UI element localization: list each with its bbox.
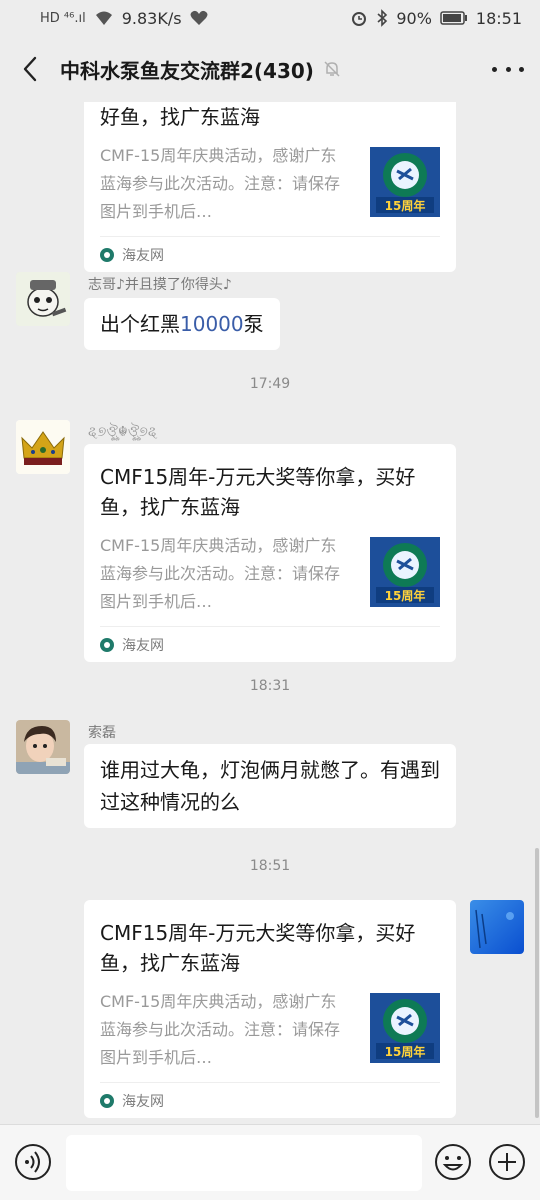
- haiyou-logo-icon: [100, 637, 114, 652]
- message-text: 出个红黑: [100, 312, 180, 336]
- wifi-icon: [95, 11, 112, 25]
- message-number: 10000: [180, 312, 244, 336]
- card-title: CMF15周年-万元大奖等你拿，买好鱼，找广东蓝海: [100, 921, 416, 975]
- battery-percent: 90%: [396, 8, 432, 28]
- card-description: CMF-15周年庆典活动，感谢广东蓝海参与此次活动。注意：请保存图片到手机后…: [100, 536, 341, 611]
- more-functions-button[interactable]: [488, 1143, 526, 1181]
- avatar-zhige[interactable]: [16, 272, 70, 326]
- thumb-label: 15周年: [385, 1044, 426, 1059]
- card-title: 好鱼，找广东蓝海: [100, 105, 260, 129]
- avatar-crown[interactable]: [16, 420, 70, 474]
- thumb-label: 15周年: [385, 198, 426, 213]
- panda-meme-avatar-icon: [16, 272, 70, 326]
- text-message[interactable]: 出个红黑10000泵: [84, 298, 280, 350]
- timestamp: 18:31: [249, 678, 291, 694]
- message-text: 泵: [243, 312, 264, 336]
- sender-name: 索磊: [88, 725, 116, 741]
- link-card[interactable]: 好鱼，找广东蓝海 CMF-15周年庆典活动，感谢广东蓝海参与此次活动。注意：请保…: [84, 102, 456, 272]
- chevron-left-icon: [23, 56, 37, 82]
- network-icon: HD ⁴⁶.ıl: [40, 10, 86, 26]
- text-message[interactable]: 谁用过大龟，灯泡俩月就憋了。有遇到过这种情况的么: [84, 744, 456, 828]
- mute-bell-icon: [324, 61, 340, 77]
- card-source: 海友网: [122, 1093, 164, 1110]
- thumb-label: 15周年: [385, 588, 426, 603]
- heart-rate-icon: [190, 10, 208, 25]
- voice-input-button[interactable]: [14, 1143, 52, 1181]
- emoji-button[interactable]: [434, 1143, 472, 1181]
- sender-name: 志哥♪并且摸了你得头♪: [88, 277, 232, 293]
- haiyou-logo-icon: [100, 1093, 114, 1108]
- card-description: CMF-15周年庆典活动，感谢广东蓝海参与此次活动。注意：请保存图片到手机后…: [100, 992, 341, 1067]
- timestamp: 18:51: [249, 858, 291, 874]
- scrollbar[interactable]: [535, 848, 539, 1118]
- message-input[interactable]: [66, 1135, 422, 1191]
- clock: 18:51: [475, 8, 522, 28]
- link-card[interactable]: CMF15周年-万元大奖等你拿，买好鱼，找广东蓝海 CMF-15周年庆典活动，感…: [84, 444, 456, 662]
- haiyou-logo-icon: [100, 247, 114, 262]
- bluetooth-icon: [377, 9, 388, 27]
- child-photo-avatar-icon: [16, 720, 70, 774]
- card-title: CMF15周年-万元大奖等你拿，买好鱼，找广东蓝海: [100, 465, 416, 519]
- timestamp: 17:49: [249, 376, 291, 392]
- crown-avatar-icon: [16, 420, 70, 474]
- more-button[interactable]: [492, 59, 524, 79]
- message-text: 谁用过大龟，灯泡俩月就憋了。有遇到过这种情况的么: [100, 758, 440, 814]
- message-list[interactable]: 好鱼，找广东蓝海 CMF-15周年庆典活动，感谢广东蓝海参与此次活动。注意：请保…: [0, 102, 540, 1124]
- card-thumbnail: 15周年: [370, 537, 440, 607]
- avatar-suolei[interactable]: [16, 720, 70, 774]
- status-bar: HD ⁴⁶.ıl 9.83K/s 90% 18:51: [0, 0, 540, 36]
- blue-water-avatar-icon: [470, 900, 524, 954]
- card-thumbnail: 15周年: [370, 993, 440, 1063]
- input-bar: [0, 1124, 540, 1200]
- sender-name: ୡ୭ঔৣ☬ঔৣ୭ୡ: [88, 424, 158, 440]
- card-thumbnail: 15周年: [370, 147, 440, 217]
- chat-title: 中科水泵鱼友交流群2(430): [60, 58, 314, 83]
- alarm-icon: [352, 12, 367, 26]
- network-speed: 9.83K/s: [121, 8, 182, 28]
- avatar-self[interactable]: [470, 900, 524, 954]
- battery-icon: [440, 11, 467, 25]
- chat-header: 中科水泵鱼友交流群2(430): [0, 36, 540, 102]
- link-card[interactable]: CMF15周年-万元大奖等你拿，买好鱼，找广东蓝海 CMF-15周年庆典活动，感…: [84, 900, 456, 1118]
- card-source: 海友网: [122, 247, 164, 264]
- back-button[interactable]: [16, 55, 44, 83]
- card-description: CMF-15周年庆典活动，感谢广东蓝海参与此次活动。注意：请保存图片到手机后…: [100, 146, 341, 221]
- card-source: 海友网: [122, 637, 164, 654]
